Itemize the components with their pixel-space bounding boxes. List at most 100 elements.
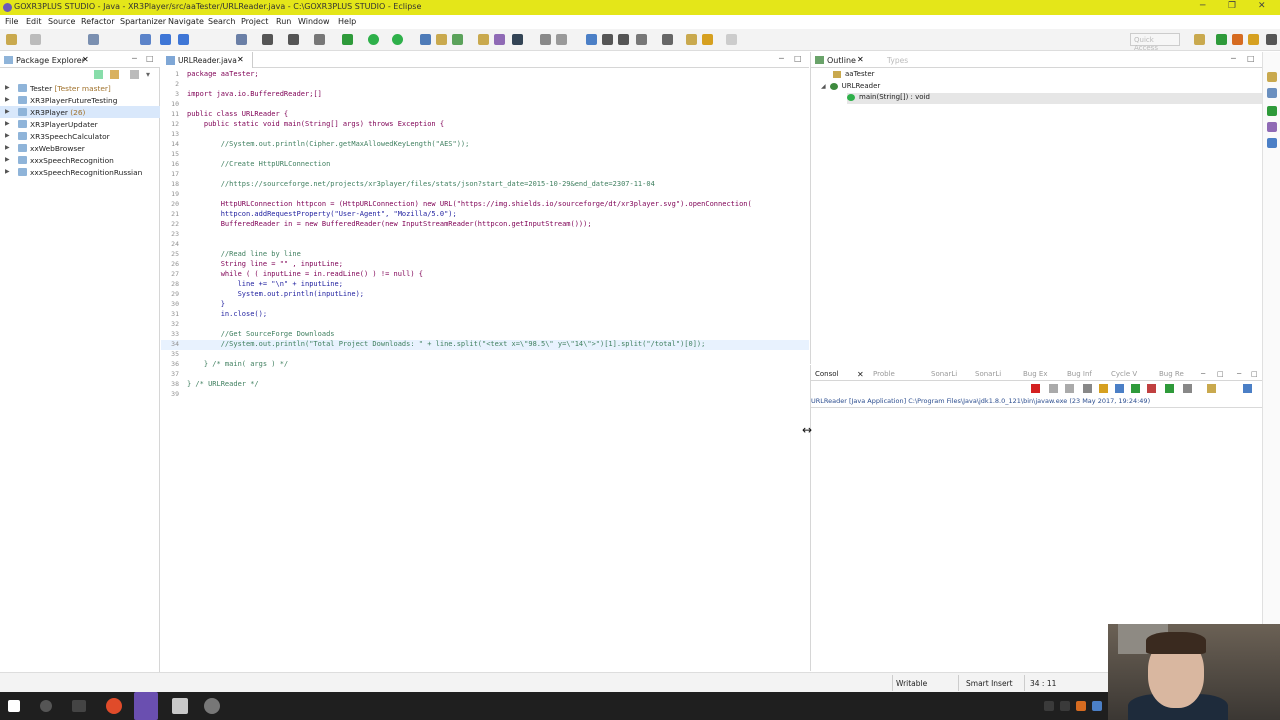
toolbar-icon[interactable] (420, 34, 431, 45)
code-line[interactable]: 39 (161, 390, 809, 400)
code-line[interactable]: 18 //https://sourceforge.net/projects/xr… (161, 180, 809, 190)
open-console-icon[interactable] (1165, 384, 1174, 393)
toolbar-icon[interactable] (178, 34, 189, 45)
code-line[interactable]: 33 //Get SourceForge Downloads (161, 330, 809, 340)
toolbar-icon[interactable] (452, 34, 463, 45)
code-line[interactable]: 24 (161, 240, 809, 250)
list-item[interactable]: ▶ XR3SpeechCalculator (0, 130, 160, 142)
tab-bug-info[interactable]: Bug Inf (1067, 370, 1092, 378)
code-line[interactable]: 32 (161, 320, 809, 330)
code-line[interactable]: 36 } /* main( args ) */ (161, 360, 809, 370)
menu-spartanizer[interactable]: Spartanizer (120, 17, 166, 26)
code-line[interactable]: 16 //Create HttpURLConnection (161, 160, 809, 170)
code-line[interactable]: 22 BufferedReader in = new BufferedReade… (161, 220, 809, 230)
display-console-icon[interactable] (1147, 384, 1156, 393)
menu-edit[interactable]: Edit (26, 17, 42, 26)
menu-refactor[interactable]: Refactor (81, 17, 115, 26)
code-line[interactable]: 31 in.close(); (161, 310, 809, 320)
perspective-icon[interactable] (1232, 34, 1243, 45)
tab-console[interactable]: Consol (815, 370, 838, 378)
toolbar-icon[interactable] (686, 34, 697, 45)
perspective-icon[interactable] (1248, 34, 1259, 45)
code-line[interactable]: 26 String line = "" , inputLine; (161, 260, 809, 270)
search-icon[interactable] (40, 700, 52, 712)
minimize-icon[interactable]: ─ (779, 54, 784, 63)
tab-problems[interactable]: Proble (873, 370, 895, 378)
minimize-icon[interactable]: ─ (132, 54, 137, 63)
toolbar-icon[interactable] (1183, 384, 1192, 393)
code-line[interactable]: 37 (161, 370, 809, 380)
pin-console-icon[interactable] (1131, 384, 1140, 393)
run-icon[interactable] (368, 34, 379, 45)
code-line[interactable]: 27 while ( ( inputLine = in.readLine() )… (161, 270, 809, 280)
tab-urlreader[interactable]: URLReader.java ✕ (161, 52, 253, 68)
quick-access-input[interactable]: Quick Access (1130, 33, 1180, 52)
debug-icon[interactable] (342, 34, 353, 45)
tab-outline[interactable]: Outline (827, 56, 856, 65)
toolbar-icon[interactable] (636, 34, 647, 45)
remove-launch-icon[interactable] (1049, 384, 1058, 393)
minimize-icon[interactable]: ─ (1200, 1, 1205, 11)
toolbar-icon[interactable] (586, 34, 597, 45)
code-line[interactable]: 20 HttpURLConnection httpcon = (HttpURLC… (161, 200, 809, 210)
tray-icon[interactable] (1092, 701, 1102, 711)
terminate-icon[interactable] (1031, 384, 1040, 393)
maximize-icon[interactable]: □ (146, 54, 154, 63)
close-icon[interactable]: ✕ (1258, 1, 1266, 11)
toolbar-icon[interactable] (262, 34, 273, 45)
minimize-icon[interactable]: ─ (1237, 370, 1241, 378)
code-line[interactable]: 28 line += "\n" + inputLine; (161, 280, 809, 290)
explorer-icon[interactable] (172, 698, 188, 714)
trim-icon[interactable] (1267, 72, 1277, 82)
code-line[interactable]: 23 (161, 230, 809, 240)
outline-item[interactable]: aaTester (833, 70, 875, 81)
toolbar-icon[interactable] (314, 34, 325, 45)
code-line[interactable]: 17 (161, 170, 809, 180)
trim-icon[interactable] (1267, 122, 1277, 132)
toolbar-icon[interactable] (140, 34, 151, 45)
forward-icon[interactable] (726, 34, 737, 45)
code-line[interactable]: 21 httpcon.addRequestProperty("User-Agen… (161, 210, 809, 220)
windows-start-icon[interactable] (8, 700, 20, 712)
toolbar-icon[interactable] (236, 34, 247, 45)
code-line[interactable]: 29 System.out.println(inputLine); (161, 290, 809, 300)
list-item[interactable]: ▶ XR3PlayerFutureTesting (0, 94, 160, 106)
code-line[interactable]: 13 (161, 130, 809, 140)
perspective-icon[interactable] (1194, 34, 1205, 45)
toolbar-icon[interactable] (160, 34, 171, 45)
tab-bug-report[interactable]: Bug Re (1159, 370, 1184, 378)
tab-types[interactable]: Types (887, 56, 908, 65)
maximize-icon[interactable]: □ (1251, 370, 1258, 378)
tray-icon[interactable] (1044, 701, 1054, 711)
back-icon[interactable] (702, 34, 713, 45)
app-taskbar-icon[interactable] (204, 698, 220, 714)
menu-source[interactable]: Source (48, 17, 75, 26)
tab-sonarlint-2[interactable]: SonarLi (975, 370, 1001, 378)
menu-search[interactable]: Search (208, 17, 235, 26)
code-line[interactable]: 14 //System.out.println(Cipher.getMaxAll… (161, 140, 809, 150)
code-line[interactable]: 38} /* URLReader */ (161, 380, 809, 390)
close-icon[interactable]: ✕ (857, 55, 864, 64)
list-item[interactable]: ▶ XR3PlayerUpdater (0, 118, 160, 130)
package-explorer-tab[interactable]: Package Explorer ✕ ─ □ (0, 52, 160, 68)
eclipse-taskbar-icon[interactable] (134, 692, 158, 720)
maximize-icon[interactable]: □ (1247, 54, 1255, 63)
tab-cycle-view[interactable]: Cycle V (1111, 370, 1137, 378)
code-line[interactable]: 11 public class URLReader { (161, 110, 809, 120)
perspective-icon[interactable] (1216, 34, 1227, 45)
code-line[interactable]: 12 public static void main(String[] args… (161, 120, 809, 130)
close-icon[interactable]: ✕ (237, 55, 244, 64)
menu-file[interactable]: File (5, 17, 18, 26)
menu-window[interactable]: Window (298, 17, 330, 26)
minimize-icon[interactable]: ─ (1231, 54, 1236, 63)
code-line[interactable]: 10 (161, 100, 809, 110)
toolbar-icon[interactable] (1207, 384, 1216, 393)
toolbar-icon[interactable] (662, 34, 673, 45)
toolbar-icon[interactable] (478, 34, 489, 45)
code-line[interactable]: 15 (161, 150, 809, 160)
trim-icon[interactable] (1267, 88, 1277, 98)
menu-project[interactable]: Project (241, 17, 268, 26)
remove-all-icon[interactable] (1065, 384, 1074, 393)
toolbar-icon[interactable] (288, 34, 299, 45)
toolbar-icon[interactable] (556, 34, 567, 45)
